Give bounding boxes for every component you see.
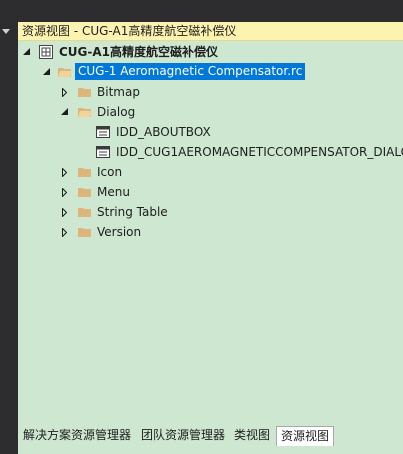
- dialog-resource-icon: [96, 146, 110, 158]
- project-label: CUG-A1高精度航空磁补偿仪: [59, 45, 219, 59]
- collapse-triangle-icon[interactable]: [61, 108, 68, 115]
- folder-icon: [78, 228, 91, 237]
- expand-chevron-icon[interactable]: [62, 88, 67, 97]
- tree-item-icon[interactable]: Icon: [18, 162, 403, 182]
- panel-title: 资源视图 - CUG-A1高精度航空磁补偿仪: [18, 22, 403, 41]
- tree-item-project[interactable]: CUG-A1高精度航空磁补偿仪: [18, 42, 403, 62]
- tree-item-dialog[interactable]: Dialog: [18, 102, 403, 122]
- folder-icon: [78, 188, 91, 197]
- folder-open-icon: [58, 68, 72, 77]
- dialog-resource-label: IDD_ABOUTBOX: [116, 125, 211, 139]
- tree-item-dialog-resource[interactable]: IDD_CUG1AEROMAGNETICCOMPENSATOR_DIALOG: [18, 142, 403, 162]
- tab-class-view[interactable]: 类视图: [230, 427, 274, 444]
- bitmap-label: Bitmap: [97, 85, 140, 99]
- tree-item-menu[interactable]: Menu: [18, 182, 403, 202]
- tree-item-rc-file[interactable]: CUG-1 Aeromagnetic Compensator.rc: [18, 62, 403, 82]
- dialog-resource-icon: [96, 126, 110, 138]
- resource-tree: CUG-A1高精度航空磁补偿仪 CUG-1 Aeromagnetic Compe…: [18, 42, 403, 424]
- dropdown-arrow-icon[interactable]: [2, 29, 10, 34]
- dialog-resource-label: IDD_CUG1AEROMAGNETICCOMPENSATOR_DIALOG: [116, 145, 403, 159]
- tab-resource-view[interactable]: 资源视图: [276, 426, 335, 446]
- string-table-label: String Table: [97, 205, 168, 219]
- rc-file-label: CUG-1 Aeromagnetic Compensator.rc: [75, 63, 306, 80]
- bottom-tab-bar: 解决方案资源管理器 团队资源管理器 类视图 资源视图: [18, 424, 403, 446]
- tab-solution-explorer[interactable]: 解决方案资源管理器: [19, 427, 135, 444]
- expand-chevron-icon[interactable]: [62, 228, 67, 237]
- tab-team-explorer[interactable]: 团队资源管理器: [137, 427, 229, 444]
- folder-icon: [78, 88, 91, 97]
- project-icon: [39, 45, 53, 59]
- tree-item-dialog-resource[interactable]: IDD_ABOUTBOX: [18, 122, 403, 142]
- expand-chevron-icon[interactable]: [62, 168, 67, 177]
- folder-icon: [78, 208, 91, 217]
- tree-item-string-table[interactable]: String Table: [18, 202, 403, 222]
- folder-icon: [78, 168, 91, 177]
- menu-label: Menu: [97, 185, 130, 199]
- version-label: Version: [97, 225, 142, 239]
- collapse-triangle-icon[interactable]: [23, 48, 30, 55]
- expand-chevron-icon[interactable]: [62, 188, 67, 197]
- folder-open-icon: [78, 108, 92, 117]
- expand-chevron-icon[interactable]: [62, 208, 67, 217]
- icon-label: Icon: [97, 165, 123, 179]
- panel-bottom-edge: [18, 446, 403, 454]
- tree-item-version[interactable]: Version: [18, 222, 403, 242]
- left-edge-strip: [0, 0, 18, 454]
- collapse-triangle-icon[interactable]: [43, 68, 50, 75]
- dialog-label: Dialog: [97, 105, 136, 119]
- tree-item-bitmap[interactable]: Bitmap: [18, 82, 403, 102]
